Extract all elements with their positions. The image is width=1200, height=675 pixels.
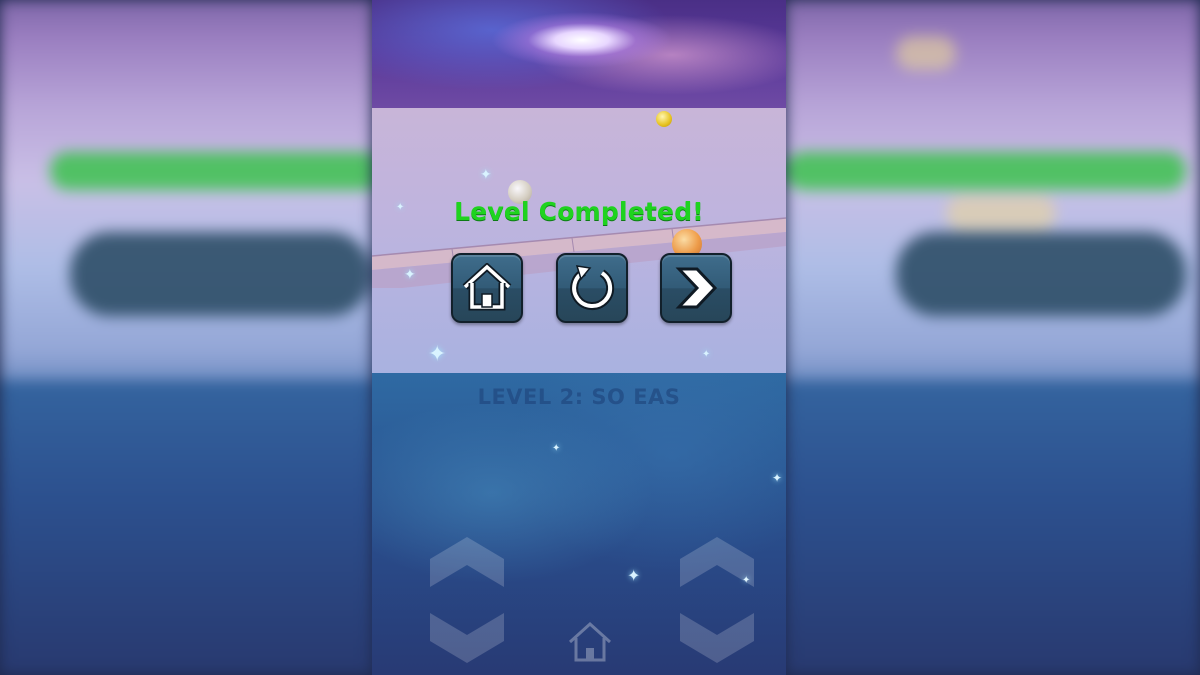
galaxy-sky [372,0,786,108]
chevron-up-down-icon [680,537,754,663]
restart-button[interactable] [556,253,628,323]
blurred-background-left [0,0,372,675]
home-icon [462,263,512,311]
level-completed-title: Level Completed! [454,197,704,226]
level-label: LEVEL 2: SO EAS [477,385,681,409]
chevron-right-icon [675,267,718,309]
track-area [372,108,786,373]
next-level-button[interactable] [660,253,732,323]
game-screen: ✦ ✦ ✦ ✦ ✦ ✦ ✦ ✦ ✦ LEVEL 2: SO EAS Level … [0,0,1200,675]
sparkle: ✦ [480,167,492,183]
sparkle: ✦ [627,566,641,585]
home-icon [568,621,612,662]
blurred-background-right [786,0,1200,675]
sparkle: ✦ [404,267,416,283]
chevron-up-down-icon [430,537,504,663]
sparkle: ✦ [428,342,447,367]
home-button[interactable] [451,253,523,323]
game-viewport: ✦ ✦ ✦ ✦ ✦ ✦ ✦ ✦ ✦ LEVEL 2: SO EAS Level … [372,0,786,675]
sparkle: ✦ [772,471,783,485]
sparkle: ✦ [552,443,561,454]
restart-icon [570,265,615,311]
yellow-ball [656,111,672,127]
sparkle: ✦ [702,349,711,360]
